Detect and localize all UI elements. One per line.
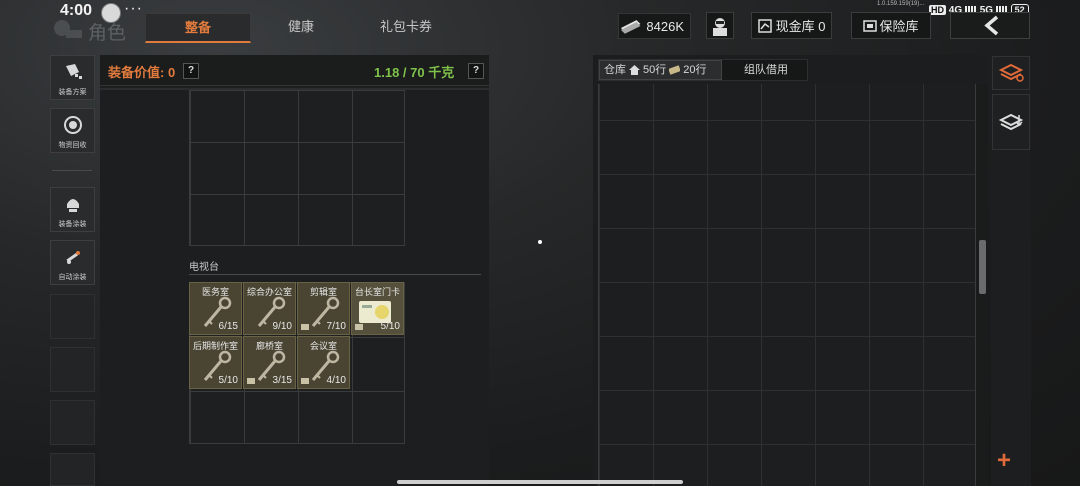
version-text: 1.0.159.159(19)...: [877, 1, 925, 7]
carry-weight: 1.18 / 70 千克: [374, 65, 455, 80]
warehouse-scroll-thumb[interactable]: [979, 240, 986, 294]
bound-tag-icon: [301, 324, 309, 330]
warehouse-tab-label: 仓库: [604, 64, 626, 76]
status-more-icon: ···: [124, 0, 143, 17]
section-divider: [189, 274, 481, 275]
hd-badge: HD: [929, 5, 946, 15]
tab-warehouse[interactable]: 仓库 50行 20行: [599, 60, 722, 80]
container-section-title: 电视台: [189, 262, 219, 273]
character-logo-icon: [54, 20, 82, 38]
item-count: 5/10: [218, 375, 238, 386]
item-key-editing[interactable]: 剪辑室 7/10: [297, 282, 350, 335]
recycle-icon: [64, 116, 82, 134]
item-key-office[interactable]: 综合办公室 9/10: [243, 282, 296, 335]
auto-paint-icon: [66, 251, 80, 264]
sidebar-empty-slot: [50, 294, 95, 339]
operator-button[interactable]: [706, 12, 734, 39]
loadout-plan-button[interactable]: 装备方案: [50, 55, 95, 100]
weight-help-icon[interactable]: ?: [468, 63, 484, 79]
money-display[interactable]: 8426K: [618, 13, 691, 39]
sort-button[interactable]: [992, 56, 1030, 90]
home-icon: [629, 65, 640, 75]
bound-tag-icon: [247, 378, 255, 384]
chevron-left-icon: [984, 15, 999, 36]
equipment-value: 装备价值: 0: [108, 65, 176, 80]
recycle-button[interactable]: 物资回收: [50, 108, 95, 153]
add-icon[interactable]: +: [997, 447, 1011, 475]
loadout-icon: [66, 64, 82, 79]
item-count: 3/15: [272, 375, 292, 386]
page-title: 角色: [88, 23, 127, 44]
item-count: 9/10: [272, 321, 292, 332]
crosshair-dot: [538, 240, 542, 244]
item-count: 7/10: [326, 321, 346, 332]
item-count: 5/10: [380, 321, 400, 332]
bound-tag-icon: [301, 378, 309, 384]
container-grid-top[interactable]: [189, 90, 405, 246]
layers-sort-icon: [998, 63, 1024, 82]
tab-loadout[interactable]: 整备: [145, 13, 251, 43]
sidebar-label-loadout: 装备方案: [58, 89, 87, 96]
item-key-medical[interactable]: 医务室 6/15: [189, 282, 242, 335]
sidebar-empty-slot: [50, 453, 95, 486]
safe-box-button[interactable]: 保险库: [851, 12, 931, 39]
ticket-icon: [669, 65, 681, 75]
tab-gift-cards[interactable]: 礼包卡券: [356, 13, 456, 40]
safe-box-label: 保险库: [879, 19, 919, 34]
money-amount: 8426K: [646, 18, 684, 34]
cash-vault-label: 现金库 0: [775, 19, 826, 34]
item-count: 4/10: [326, 375, 346, 386]
item-key-meeting[interactable]: 会议室 4/10: [297, 336, 350, 389]
back-button[interactable]: [950, 12, 1030, 39]
deposit-button[interactable]: [992, 94, 1030, 150]
ticket-rows: 20行: [683, 64, 707, 76]
sidebar-empty-slot: [50, 347, 95, 392]
bound-tag-icon: [355, 324, 363, 330]
item-key-post-production[interactable]: 后期制作室 5/10: [189, 336, 242, 389]
tab-health[interactable]: 健康: [252, 13, 350, 40]
layers-download-icon: [998, 113, 1024, 131]
equipment-skin-button[interactable]: 装备涂装: [50, 187, 95, 232]
item-card-director[interactable]: 台长室门卡 5/10: [351, 282, 404, 335]
cash-icon: [620, 20, 641, 34]
item-count: 6/15: [218, 321, 238, 332]
sidebar-label-recycle: 物资回收: [58, 142, 87, 149]
sidebar-divider: [52, 170, 92, 171]
auto-paint-button[interactable]: 自动涂装: [50, 240, 95, 285]
home-indicator[interactable]: [397, 480, 683, 484]
safe-icon: [863, 19, 878, 32]
item-key-bridge[interactable]: 廊桥室 3/15: [243, 336, 296, 389]
equip-value-help-icon[interactable]: ?: [183, 63, 199, 79]
skin-icon: [67, 199, 79, 212]
tab-team-borrow[interactable]: 组队借用: [744, 60, 788, 80]
operator-icon: [713, 17, 727, 36]
sidebar-label-skin: 装备涂装: [58, 221, 87, 228]
cash-vault-button[interactable]: 现金库 0: [751, 12, 832, 39]
sidebar-label-auto-paint: 自动涂装: [58, 274, 87, 281]
home-rows: 50行: [643, 64, 667, 76]
vault-icon: [757, 18, 772, 33]
warehouse-grid[interactable]: [598, 84, 976, 486]
sidebar-empty-slot: [50, 400, 95, 445]
